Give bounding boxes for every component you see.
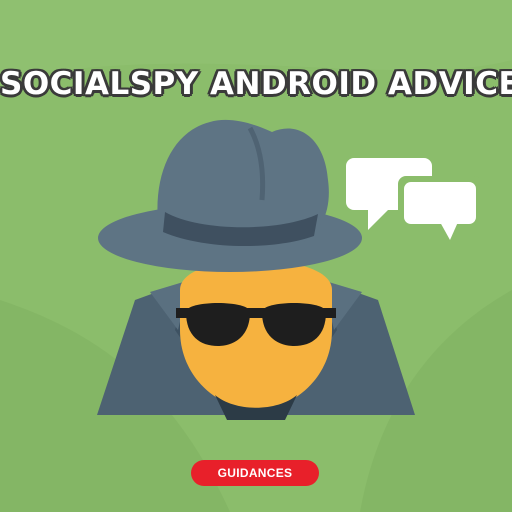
chat-bubble-icon <box>398 176 482 240</box>
guidances-badge[interactable]: GUIDANCES <box>191 460 319 486</box>
spy-icon <box>97 119 482 420</box>
app-banner: SOCIALSPY ANDROID ADVICE GUIDANCES <box>0 0 512 512</box>
